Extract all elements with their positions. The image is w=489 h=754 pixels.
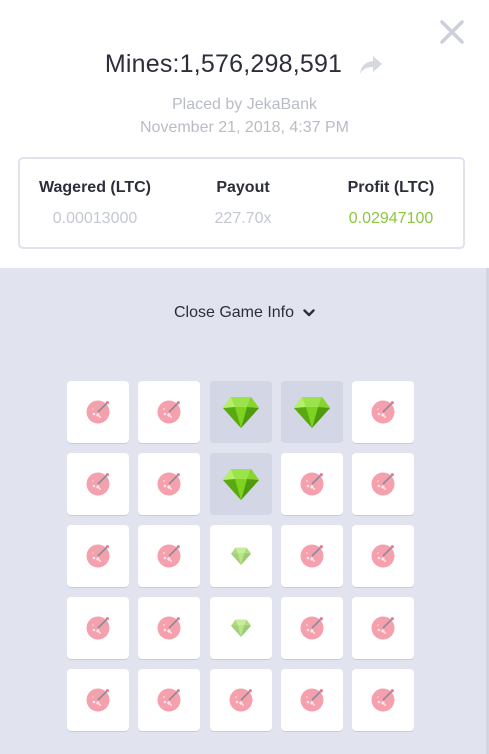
placed-by: Placed by JekaBank <box>172 96 317 113</box>
mine-icon <box>156 543 182 569</box>
profit-value: 0.02947100 <box>348 210 434 227</box>
tile-mine[interactable] <box>67 669 129 731</box>
tile-gem[interactable] <box>209 525 272 587</box>
tile-mine[interactable] <box>138 597 201 659</box>
wagered-value: 0.00013000 <box>52 210 138 227</box>
mine-icon <box>85 615 111 641</box>
tile-mine[interactable] <box>352 381 415 443</box>
mine-icon <box>370 615 396 641</box>
tile-mine[interactable] <box>67 597 129 659</box>
tile-mine[interactable] <box>280 669 343 731</box>
mine-icon <box>85 543 111 569</box>
tile-mine[interactable] <box>67 381 129 443</box>
tile-mine[interactable] <box>209 669 272 731</box>
mine-icon <box>299 687 325 713</box>
bet-stats: Wagered (LTC) 0.00013000 Payout 227.70x … <box>18 157 465 249</box>
mine-icon <box>156 615 182 641</box>
mine-icon <box>156 399 182 425</box>
mine-icon <box>299 543 325 569</box>
gem-icon <box>292 394 332 430</box>
mine-icon <box>370 399 396 425</box>
tile-gem[interactable] <box>209 381 272 443</box>
payout-label: Payout <box>216 179 270 196</box>
mine-icon <box>156 687 182 713</box>
mine-icon <box>370 687 396 713</box>
tile-gem[interactable] <box>280 381 343 443</box>
tile-gem[interactable] <box>209 597 272 659</box>
mine-icon <box>85 399 111 425</box>
tile-gem[interactable] <box>209 453 272 515</box>
tile-mine[interactable] <box>280 597 343 659</box>
tile-mine[interactable] <box>67 525 129 587</box>
tile-mine[interactable] <box>280 525 343 587</box>
gem-icon <box>229 618 253 638</box>
gem-icon <box>221 394 261 430</box>
bet-date: November 21, 2018, 4:37 PM <box>139 119 349 136</box>
tile-mine[interactable] <box>138 453 201 515</box>
close-icon[interactable] <box>438 18 466 46</box>
mines-grid <box>67 381 416 731</box>
tile-mine[interactable] <box>67 453 129 515</box>
game-title: Mines:1,576,298,591 <box>104 50 343 78</box>
share-icon[interactable] <box>358 54 384 76</box>
tile-mine[interactable] <box>138 381 201 443</box>
title-row: Mines:1,576,298,591 <box>0 50 489 79</box>
tile-mine[interactable] <box>280 453 343 515</box>
mine-icon <box>299 615 325 641</box>
tile-mine[interactable] <box>352 525 415 587</box>
close-game-info-button[interactable]: Close Game Info <box>0 304 489 322</box>
mine-icon <box>370 543 396 569</box>
payout-value: 227.70x <box>214 210 272 227</box>
mine-icon <box>85 471 111 497</box>
tile-mine[interactable] <box>352 597 415 659</box>
wagered-label: Wagered (LTC) <box>39 179 151 196</box>
mine-icon <box>228 687 254 713</box>
tile-mine[interactable] <box>352 453 415 515</box>
close-game-info-label: Close Game Info <box>173 304 295 321</box>
tile-mine[interactable] <box>138 525 201 587</box>
mine-icon <box>85 687 111 713</box>
tile-mine[interactable] <box>138 669 201 731</box>
mine-icon <box>370 471 396 497</box>
chevron-down-icon <box>303 309 315 317</box>
profit-label: Profit (LTC) <box>347 179 435 196</box>
gem-icon <box>221 466 261 502</box>
mine-icon <box>156 471 182 497</box>
mine-icon <box>299 471 325 497</box>
tile-mine[interactable] <box>352 669 415 731</box>
gem-icon <box>229 546 253 566</box>
